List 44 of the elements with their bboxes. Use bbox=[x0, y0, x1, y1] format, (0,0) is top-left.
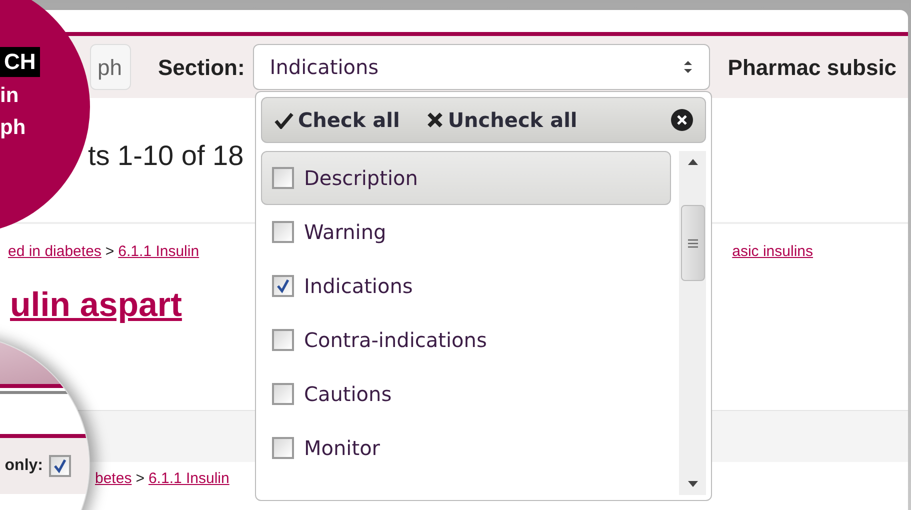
breadcrumb-link[interactable]: 6.1.1 Insulin bbox=[148, 468, 230, 490]
promo-text: in bbox=[0, 83, 19, 109]
breadcrumb-separator: > bbox=[105, 242, 114, 262]
checkbox[interactable] bbox=[272, 437, 294, 459]
section-label: Section: bbox=[158, 54, 245, 82]
graph-button[interactable]: ph bbox=[90, 44, 131, 90]
section-option[interactable]: Warning bbox=[261, 205, 671, 259]
breadcrumb-separator: > bbox=[136, 469, 144, 489]
checkbox[interactable] bbox=[272, 383, 294, 405]
checkbox[interactable] bbox=[49, 455, 71, 477]
check-all-button[interactable]: Check all bbox=[274, 105, 400, 135]
uncheck-all-button[interactable]: Uncheck all bbox=[426, 105, 578, 135]
breadcrumb-link[interactable]: 6.1.1 Insulin bbox=[118, 240, 200, 264]
close-button[interactable] bbox=[671, 109, 693, 131]
section-option[interactable]: Monitor bbox=[261, 421, 671, 475]
checkmark-icon bbox=[274, 111, 294, 129]
grip-icon bbox=[688, 238, 698, 248]
section-option[interactable]: Indications bbox=[261, 259, 671, 313]
breadcrumb-link[interactable]: betes bbox=[95, 468, 132, 490]
section-select[interactable]: Indications bbox=[252, 44, 710, 90]
checkmark-icon bbox=[275, 278, 291, 294]
pharmac-label: Pharmac subsic bbox=[728, 54, 897, 82]
sort-arrows-icon bbox=[682, 60, 693, 74]
checkbox[interactable] bbox=[272, 275, 294, 297]
breadcrumb-link[interactable]: asic insulins bbox=[732, 240, 813, 264]
section-option[interactable]: Description bbox=[261, 151, 671, 205]
scrollbar[interactable] bbox=[679, 151, 706, 495]
checkbox[interactable] bbox=[272, 167, 294, 189]
filter-label: only: bbox=[4, 456, 43, 476]
scrollbar-thumb[interactable] bbox=[680, 205, 704, 281]
promo-badge: CH bbox=[0, 47, 40, 77]
section-option[interactable]: Cautions bbox=[261, 367, 671, 421]
scroll-up-icon bbox=[688, 159, 698, 165]
section-option[interactable]: Contra-indications bbox=[261, 313, 671, 367]
checkbox[interactable] bbox=[272, 329, 294, 351]
checkmark-icon bbox=[52, 458, 68, 474]
results-count: ts 1-10 of 18 bbox=[88, 139, 244, 173]
checkbox[interactable] bbox=[272, 221, 294, 243]
scroll-down-icon bbox=[688, 481, 698, 487]
drug-title-link[interactable]: ulin aspart bbox=[10, 280, 182, 330]
breadcrumb-link[interactable]: ed in diabetes bbox=[8, 240, 102, 264]
close-icon bbox=[426, 111, 444, 129]
promo-text: ph bbox=[0, 115, 26, 141]
close-icon bbox=[677, 115, 687, 125]
